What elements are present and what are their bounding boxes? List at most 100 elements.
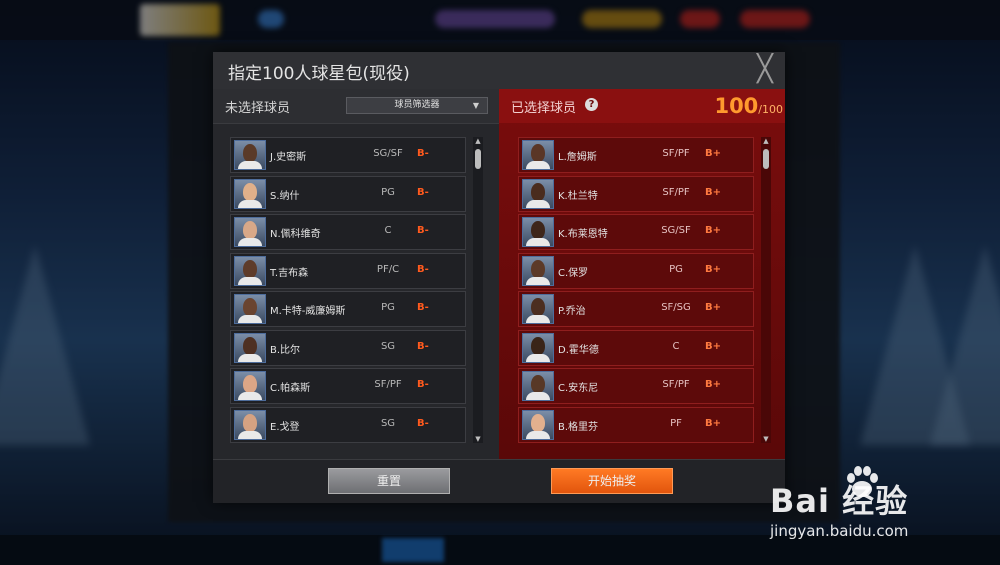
panel-header: 已选择球员 ? 100/100	[499, 89, 785, 123]
player-avatar	[234, 409, 266, 440]
player-name: C.保罗	[558, 267, 589, 279]
reset-button[interactable]: 重置	[328, 468, 450, 494]
player-row[interactable]: L.詹姆斯 SF/PF B+	[518, 137, 754, 173]
player-position: SG/SF	[661, 225, 691, 236]
player-row[interactable]: K.布莱恩特 SG/SF B+	[518, 214, 754, 250]
player-avatar	[522, 140, 554, 170]
player-row[interactable]: J.史密斯 SG/SF B-	[230, 137, 466, 173]
player-grade: B+	[705, 417, 722, 429]
player-grade: B+	[705, 148, 722, 159]
player-name: N.佩科维奇	[270, 229, 321, 240]
player-row[interactable]: C.保罗 PG B+	[518, 252, 754, 289]
player-avatar	[234, 332, 266, 363]
close-icon[interactable]: ╳	[753, 56, 777, 82]
player-grade: B-	[417, 225, 429, 236]
player-row[interactable]: P.乔治 SF/SG B+	[518, 291, 754, 327]
count-max: /100	[758, 103, 783, 116]
player-grade: B+	[705, 379, 722, 390]
selected-count: 100/100	[714, 94, 783, 118]
player-grade: B+	[705, 340, 722, 352]
player-avatar	[522, 178, 554, 209]
player-grade: B-	[417, 186, 429, 198]
scroll-up-icon[interactable]: ▲	[761, 137, 771, 145]
player-filter-dropdown[interactable]: 球员筛选器 ▼	[346, 97, 488, 114]
player-position: SG	[380, 340, 396, 352]
player-name: S.纳什	[270, 190, 300, 202]
player-row[interactable]: T.吉布森 PF/C B-	[230, 252, 466, 289]
player-position: SF/PF	[374, 379, 402, 390]
help-icon[interactable]: ?	[585, 98, 598, 111]
player-avatar	[234, 217, 266, 247]
player-position: PG	[381, 186, 395, 198]
selected-label: 已选择球员	[511, 101, 577, 116]
player-position: SF/SG	[661, 302, 691, 313]
player-position: SF/PF	[662, 186, 690, 198]
scroll-up-icon[interactable]: ▲	[473, 137, 483, 145]
player-name: B.比尔	[270, 344, 301, 356]
player-position: C	[672, 340, 680, 352]
player-row[interactable]: C.帕森斯 SF/PF B-	[230, 368, 466, 404]
player-row[interactable]: M.卡特-威廉姆斯 PG B-	[230, 291, 466, 327]
player-position: SF/PF	[662, 379, 690, 390]
player-position: PG	[381, 302, 395, 313]
watermark-main: Bai 经验	[770, 482, 909, 520]
player-row[interactable]: S.纳什 PG B-	[230, 175, 466, 212]
player-avatar	[522, 409, 554, 440]
player-avatar	[234, 294, 266, 324]
player-row[interactable]: C.安东尼 SF/PF B+	[518, 368, 754, 404]
player-avatar	[522, 255, 554, 286]
player-row[interactable]: E.戈登 SG B-	[230, 406, 466, 443]
player-name: T.吉布森	[270, 267, 309, 279]
scroll-thumb[interactable]	[763, 149, 769, 169]
count-value: 100	[714, 94, 759, 118]
player-name: C.安东尼	[558, 383, 599, 394]
player-grade: B-	[417, 417, 429, 429]
player-row[interactable]: K.杜兰特 SF/PF B+	[518, 175, 754, 212]
player-avatar	[522, 294, 554, 324]
player-name: M.卡特-威廉姆斯	[270, 306, 346, 317]
unselected-label: 未选择球员	[225, 101, 291, 116]
watermark-url: jingyan.baidu.com	[770, 522, 909, 540]
player-position: SG	[380, 417, 396, 429]
list-scrollbar[interactable]: ▲ ▼	[473, 137, 483, 443]
player-position: PF/C	[376, 263, 400, 275]
selected-players-panel: 已选择球员 ? 100/100 L.詹姆斯 SF/PF B+ K.杜兰特 SF/…	[499, 89, 785, 459]
player-name: J.史密斯	[270, 152, 307, 163]
player-name: K.杜兰特	[558, 190, 598, 202]
player-avatar	[522, 332, 554, 363]
scroll-down-icon[interactable]: ▼	[761, 435, 771, 443]
player-position: SF/PF	[662, 148, 690, 159]
player-grade: B-	[417, 340, 429, 352]
player-grade: B-	[417, 302, 429, 313]
player-row[interactable]: N.佩科维奇 C B-	[230, 214, 466, 250]
player-grade: B-	[417, 148, 429, 159]
scroll-thumb[interactable]	[475, 149, 481, 169]
player-row[interactable]: D.霍华德 C B+	[518, 329, 754, 366]
player-row[interactable]: B.比尔 SG B-	[230, 329, 466, 366]
unselected-players-panel: 未选择球员 球员筛选器 ▼ J.史密斯 SG/SF B- S.纳什 PG B- …	[213, 89, 499, 459]
player-row[interactable]: B.格里芬 PF B+	[518, 406, 754, 443]
player-name: C.帕森斯	[270, 383, 311, 394]
start-draw-button[interactable]: 开始抽奖	[551, 468, 673, 494]
player-position: C	[384, 225, 392, 236]
chevron-down-icon: ▼	[472, 101, 479, 110]
filter-label: 球员筛选器	[394, 100, 440, 110]
player-name: P.乔治	[558, 306, 586, 317]
dialog-title: 指定100人球星包(现役)	[228, 64, 410, 84]
player-grade: B+	[705, 186, 722, 198]
player-name: D.霍华德	[558, 344, 599, 356]
star-pack-dialog: 指定100人球星包(现役) ╳ 未选择球员 球员筛选器 ▼ J.史密斯 SG/S…	[213, 52, 785, 503]
player-grade: B+	[705, 225, 722, 236]
baidu-paw-icon	[847, 466, 878, 497]
player-grade: B+	[705, 302, 722, 313]
list-scrollbar[interactable]: ▲ ▼	[761, 137, 771, 443]
scroll-down-icon[interactable]: ▼	[473, 435, 483, 443]
selected-player-list: L.詹姆斯 SF/PF B+ K.杜兰特 SF/PF B+ K.布莱恩特 SG/…	[518, 137, 771, 443]
player-position: SG/SF	[373, 148, 403, 159]
panel-header: 未选择球员 球员筛选器 ▼	[213, 89, 499, 124]
player-avatar	[522, 217, 554, 247]
player-avatar	[234, 178, 266, 209]
player-grade: B-	[417, 263, 429, 275]
player-avatar	[234, 371, 266, 401]
dialog-header: 指定100人球星包(现役) ╳	[213, 52, 785, 90]
